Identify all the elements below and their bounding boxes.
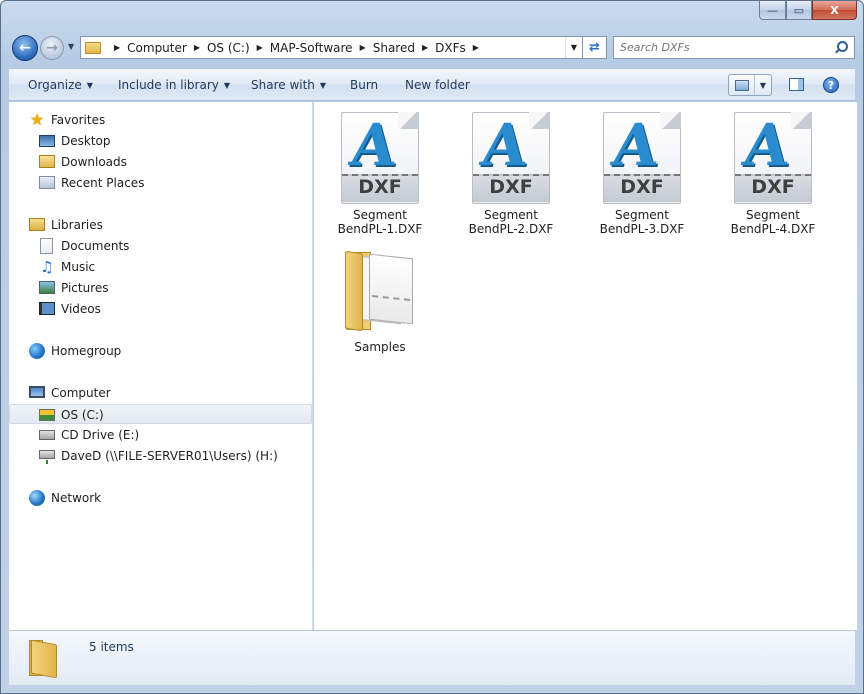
search-icon[interactable] <box>832 39 850 57</box>
breadcrumb-dxfs[interactable]: ▶ DXFs ▶ <box>415 41 486 55</box>
homegroup-icon <box>29 343 45 359</box>
nav-computer[interactable]: Computer <box>9 383 312 403</box>
command-bar: Organize ▼ Include in library ▼ Share with… <box>9 68 855 101</box>
search-input[interactable] <box>614 37 832 58</box>
address-row: ← → ▼ ▶ Computer ▶ OS (C:) ▶ MAP-Software ▶… <box>9 33 855 63</box>
nav-item-desktop[interactable]: Desktop <box>9 131 312 151</box>
dxf-file-icon: A DXF <box>341 111 419 204</box>
file-name: Segment BendPL-1.DXF <box>337 208 423 236</box>
nav-item-music[interactable]: ♫ Music <box>9 257 312 277</box>
item-count: 5 items <box>89 640 134 654</box>
preview-pane-button[interactable] <box>789 78 804 91</box>
file-item[interactable]: A DXF Segment BendPL-1.DXF <box>325 111 435 236</box>
close-button[interactable]: X <box>812 1 857 20</box>
nav-item-documents[interactable]: Documents <box>9 236 312 256</box>
chevron-right-icon[interactable]: ▶ <box>194 43 200 52</box>
nav-homegroup[interactable]: Homegroup <box>9 341 312 361</box>
nav-libraries[interactable]: Libraries <box>9 215 312 235</box>
breadcrumb-computer[interactable]: ▶ Computer <box>107 41 187 55</box>
file-item[interactable]: A DXF Segment BendPL-2.DXF <box>456 111 566 236</box>
minimize-button[interactable]: — <box>759 1 786 20</box>
folder-item[interactable]: Samples <box>325 244 435 354</box>
libraries-icon <box>29 218 45 231</box>
desktop-icon <box>39 135 55 147</box>
chevron-right-icon[interactable]: ▶ <box>422 43 428 52</box>
include-in-library-button[interactable]: Include in library ▼ <box>118 78 230 92</box>
file-item[interactable]: A DXF Segment BendPL-4.DXF <box>718 111 828 236</box>
caption-buttons: — ▭ X <box>759 1 857 21</box>
back-button[interactable]: ← <box>12 35 38 61</box>
folder-name: Samples <box>354 340 406 354</box>
recent-places-icon <box>39 176 55 189</box>
file-name: Segment BendPL-3.DXF <box>599 208 685 236</box>
breadcrumb-shared[interactable]: ▶ Shared <box>353 41 415 55</box>
forward-button[interactable]: → <box>40 36 64 60</box>
nav-network[interactable]: Network <box>9 488 312 508</box>
folder-icon <box>85 41 101 54</box>
navigation-pane: ★ Favorites Desktop Downloads Recent Pla… <box>9 102 313 630</box>
chevron-down-icon: ▼ <box>223 81 231 90</box>
search-box[interactable] <box>613 36 855 59</box>
music-icon: ♫ <box>40 258 54 276</box>
recent-pages-button[interactable]: ▼ <box>68 42 74 51</box>
dxf-file-icon: A DXF <box>603 111 681 204</box>
view-icon[interactable] <box>729 75 755 95</box>
file-list: A DXF Segment BendPL-1.DXF A DXF Segment B… <box>314 102 857 630</box>
nav-item-pictures[interactable]: Pictures <box>9 278 312 298</box>
folder-icon <box>341 244 419 336</box>
file-item[interactable]: A DXF Segment BendPL-3.DXF <box>587 111 697 236</box>
downloads-icon <box>39 155 55 168</box>
breadcrumb-os-c[interactable]: ▶ OS (C:) <box>187 41 250 55</box>
address-history-dropdown[interactable]: ▼ <box>565 37 582 58</box>
arrow-right-icon: → <box>46 40 58 56</box>
change-view-button[interactable]: ▼ <box>728 74 772 96</box>
refresh-button[interactable]: ⇄ <box>583 36 607 59</box>
documents-icon <box>40 238 53 254</box>
star-icon: ★ <box>29 110 45 129</box>
chevron-right-icon[interactable]: ▶ <box>473 43 479 52</box>
address-bar[interactable]: ▶ Computer ▶ OS (C:) ▶ MAP-Software ▶ Shared… <box>80 36 583 59</box>
file-name: Segment BendPL-4.DXF <box>730 208 816 236</box>
file-name: Segment BendPL-2.DXF <box>468 208 554 236</box>
organize-button[interactable]: Organize ▼ <box>28 78 93 92</box>
burn-button[interactable]: Burn <box>350 78 378 92</box>
new-folder-button[interactable]: New folder <box>405 78 470 92</box>
nav-item-os-c[interactable]: OS (C:) <box>9 404 312 424</box>
share-with-button[interactable]: Share with ▼ <box>251 78 326 92</box>
chevron-right-icon[interactable]: ▶ <box>360 43 366 52</box>
cd-drive-icon <box>39 430 55 440</box>
arrow-left-icon: ← <box>19 40 31 56</box>
chevron-right-icon[interactable]: ▶ <box>114 43 120 52</box>
maximize-button[interactable]: ▭ <box>786 1 812 20</box>
explorer-window: — ▭ X ← → ▼ ▶ Computer ▶ OS (C:) ▶ MAP-Soft… <box>0 0 864 694</box>
videos-icon <box>39 302 55 315</box>
network-drive-icon <box>39 450 55 464</box>
chevron-down-icon[interactable]: ▼ <box>755 75 771 95</box>
chevron-right-icon[interactable]: ▶ <box>257 43 263 52</box>
chevron-down-icon: ▼ <box>319 81 327 90</box>
nav-favorites[interactable]: ★ Favorites <box>9 110 312 130</box>
nav-item-network-drive[interactable]: DaveD (\\FILE-SERVER01\Users) (H:) <box>9 446 312 466</box>
nav-item-recent-places[interactable]: Recent Places <box>9 173 312 193</box>
details-pane: 5 items <box>9 630 855 685</box>
refresh-icon: ⇄ <box>589 40 600 55</box>
dxf-file-icon: A DXF <box>472 111 550 204</box>
pictures-icon <box>39 281 55 294</box>
help-button[interactable]: ? <box>823 77 839 93</box>
chevron-down-icon: ▼ <box>86 81 93 90</box>
os-drive-icon <box>39 409 55 421</box>
dxf-file-icon: A DXF <box>734 111 812 204</box>
network-icon <box>29 490 45 506</box>
nav-item-downloads[interactable]: Downloads <box>9 152 312 172</box>
computer-icon <box>29 386 45 398</box>
nav-item-videos[interactable]: Videos <box>9 299 312 319</box>
breadcrumb-map-software[interactable]: ▶ MAP-Software <box>250 41 353 55</box>
nav-item-cd-drive[interactable]: CD Drive (E:) <box>9 425 312 445</box>
folder-icon <box>29 638 59 679</box>
